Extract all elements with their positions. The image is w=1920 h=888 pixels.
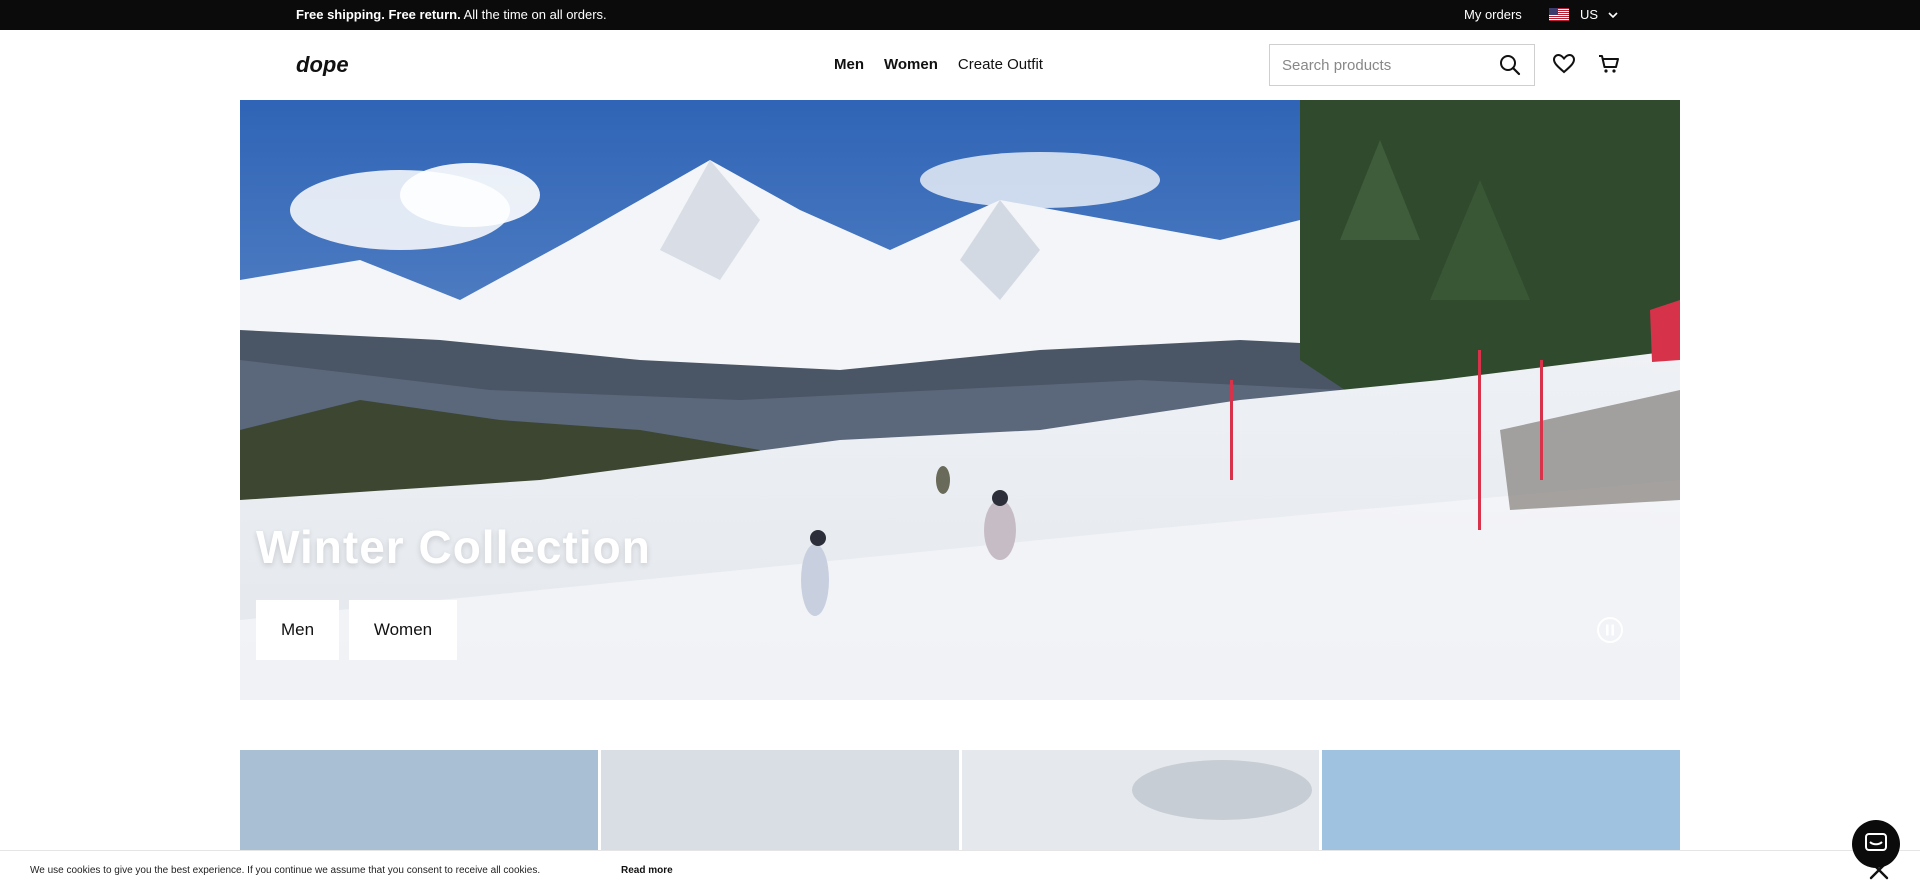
read-more-link[interactable]: Read more xyxy=(621,865,673,876)
cookie-banner: We use cookies to give you the best expe… xyxy=(0,850,1920,888)
promo-bold: Free shipping. Free return. xyxy=(296,7,461,22)
hero-women-button[interactable]: Women xyxy=(349,600,457,660)
hero-title: Winter Collection xyxy=(256,521,651,573)
hero-men-button[interactable]: Men xyxy=(256,600,339,660)
us-flag-icon[interactable] xyxy=(1549,8,1569,21)
site-header: dope Men Women Create Outfit xyxy=(0,30,1920,100)
nav-men[interactable]: Men xyxy=(834,56,864,73)
logo-text: dope xyxy=(296,54,349,76)
nav-create-outfit[interactable]: Create Outfit xyxy=(958,56,1043,73)
promo-text: Free shipping. Free return. All the time… xyxy=(296,7,607,22)
chat-icon xyxy=(1865,833,1887,851)
wishlist-heart-icon[interactable] xyxy=(1552,52,1576,76)
search-input[interactable] xyxy=(1270,45,1490,85)
promo-bar: Free shipping. Free return. All the time… xyxy=(0,0,1920,30)
nav-women[interactable]: Women xyxy=(884,56,938,73)
promo-rest: All the time on all orders. xyxy=(460,7,607,22)
pause-icon[interactable] xyxy=(1596,616,1624,644)
search-icon[interactable] xyxy=(1498,53,1522,77)
search-box xyxy=(1269,44,1535,86)
dope-logo[interactable]: dope xyxy=(296,54,354,76)
country-selector[interactable]: US xyxy=(1580,7,1598,22)
hero-banner: Winter Collection Men Women xyxy=(240,100,1680,700)
chat-button[interactable] xyxy=(1852,820,1900,868)
main-nav: Men Women Create Outfit xyxy=(834,56,1043,73)
cart-icon[interactable] xyxy=(1597,52,1621,76)
cookie-text: We use cookies to give you the best expe… xyxy=(30,865,541,876)
chevron-down-icon[interactable] xyxy=(1606,8,1620,22)
my-orders-link[interactable]: My orders xyxy=(1464,7,1522,22)
